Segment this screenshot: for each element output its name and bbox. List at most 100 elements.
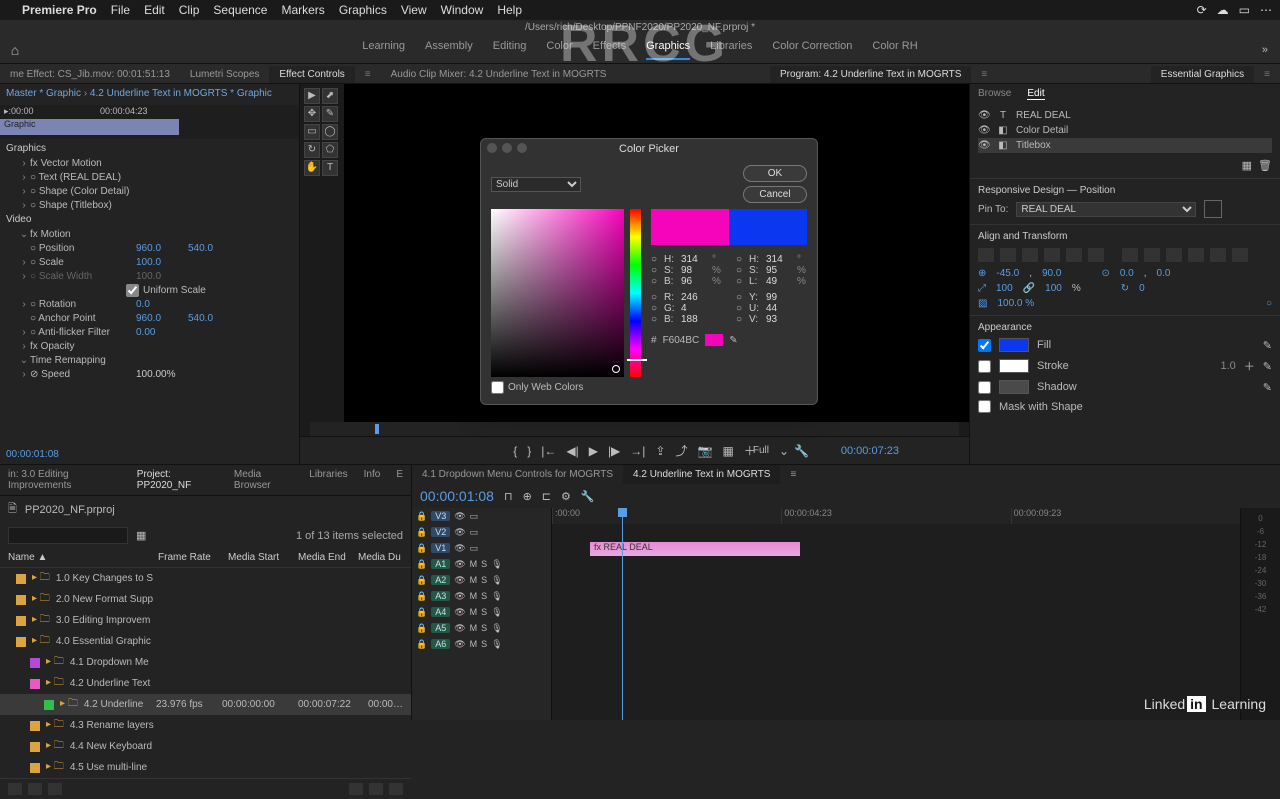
eg-x[interactable]: -45.0 — [996, 268, 1019, 279]
close-icon[interactable] — [487, 143, 497, 153]
color-value-row[interactable]: ○B:96% — [651, 276, 722, 287]
linked-sel-icon[interactable]: ⊕ — [523, 490, 532, 503]
project-search[interactable] — [8, 527, 128, 544]
ptab-media-browser[interactable]: Media Browser — [226, 465, 301, 495]
ec-crumb-target[interactable]: 4.2 Underline Text in MOGRTS * Graphic — [90, 88, 272, 99]
ws-colorcorr[interactable]: Color Correction — [772, 40, 852, 60]
tab-frame-effect[interactable]: me Effect: CS_Jib.mov: 00:01:51:13 — [0, 66, 180, 83]
type-tool-icon[interactable]: T — [322, 160, 338, 176]
rect-tool-icon[interactable]: ▭ — [304, 124, 320, 140]
bin-item[interactable]: ▸ 🗀4.2 Underline23.976 fps00:00:00:0000:… — [0, 694, 411, 715]
bin-item[interactable]: ▸ 🗀4.2 Underline Text — [0, 673, 411, 694]
color-value-row[interactable]: ○R:246 — [651, 292, 722, 303]
eyedropper-icon[interactable]: ✎ — [1263, 381, 1272, 394]
pin-to-select[interactable]: REAL DEAL — [1016, 202, 1196, 217]
ptab-project[interactable]: Project: PP2020_NF — [129, 465, 226, 495]
ws-libraries[interactable]: Libraries — [710, 40, 752, 60]
home-button[interactable]: ⌂ — [0, 42, 30, 58]
track-header[interactable]: 🔒A3👁MS🎙 — [412, 588, 551, 604]
app-name[interactable]: Premiere Pro — [22, 3, 97, 17]
menu-view[interactable]: View — [401, 3, 427, 17]
track-header[interactable]: 🔒A4👁MS🎙 — [412, 604, 551, 620]
track-header[interactable]: 🔒A1👁MS🎙 — [412, 556, 551, 572]
fill-mode-select[interactable]: Solid — [491, 177, 581, 192]
settings-icon[interactable]: ⚙ — [561, 490, 571, 503]
menu-clip[interactable]: Clip — [179, 3, 200, 17]
tab-program[interactable]: Program: 4.2 Underline Text in MOGRTS — [770, 66, 971, 83]
export-frame-icon[interactable]: 📷 — [698, 444, 713, 458]
freeform-icon[interactable] — [48, 783, 62, 795]
bin-item[interactable]: ▸ 🗀4.0 Essential Graphic — [0, 631, 411, 652]
list-view-icon[interactable] — [8, 783, 22, 795]
direct-tool-icon[interactable]: ⬈ — [322, 88, 338, 104]
ec-antiflicker[interactable]: ○ Anti-flicker Filter — [30, 327, 126, 338]
eg-tab-browse[interactable]: Browse — [978, 88, 1011, 100]
new-bin-icon[interactable] — [349, 783, 363, 795]
fill-toggle[interactable] — [978, 339, 991, 352]
eg-rot[interactable]: 0 — [1139, 283, 1145, 294]
bin-item[interactable]: ▸ 🗀1.0 Key Changes to S — [0, 568, 411, 589]
color-field[interactable] — [491, 209, 624, 377]
eg-tab-edit[interactable]: Edit — [1027, 88, 1044, 100]
step-back-icon[interactable]: ◀| — [566, 444, 578, 458]
snap-icon[interactable]: ⊓ — [504, 490, 513, 503]
cloud-icon[interactable]: ☁ — [1217, 3, 1229, 17]
track-header[interactable]: 🔒V2👁▭ — [412, 524, 551, 540]
timeline-tc[interactable]: 00:00:01:08 — [420, 488, 494, 504]
ws-assembly[interactable]: Assembly — [425, 40, 473, 60]
menu-file[interactable]: File — [111, 3, 130, 17]
menu-graphics[interactable]: Graphics — [339, 3, 387, 17]
ec-shape-color[interactable]: ○ Shape (Color Detail) — [30, 186, 129, 197]
menu-edit[interactable]: Edit — [144, 3, 165, 17]
ws-colorrh[interactable]: Color RH — [872, 40, 917, 60]
tab-lumetri[interactable]: Lumetri Scopes — [180, 66, 269, 83]
zoom-icon[interactable] — [517, 143, 527, 153]
menu-help[interactable]: Help — [497, 3, 522, 17]
eg-layer-1[interactable]: Color Detail — [1016, 125, 1068, 136]
project-columns[interactable]: Name ▲Frame RateMedia StartMedia EndMedi… — [0, 548, 411, 568]
pin-box-icon[interactable] — [1204, 200, 1222, 218]
program-res[interactable]: Full — [753, 445, 769, 456]
wrench-icon[interactable]: 🔧 — [794, 444, 809, 458]
ws-learning[interactable]: Learning — [362, 40, 405, 60]
eg-layer-0[interactable]: REAL DEAL — [1016, 110, 1071, 121]
ec-position[interactable]: ○ Position — [30, 243, 126, 254]
comp-icon[interactable]: ▦ — [722, 444, 733, 458]
track-header[interactable]: 🔒A5👁MS🎙 — [412, 620, 551, 636]
lift-icon[interactable]: ⇪ — [655, 444, 665, 458]
eye-icon[interactable]: 👁 — [978, 125, 990, 136]
tl-tab-1[interactable]: 4.2 Underline Text in MOGRTS — [623, 465, 780, 484]
ec-vector-motion[interactable]: fx Vector Motion — [30, 158, 102, 169]
pen-tool-icon[interactable]: ✎ — [322, 106, 338, 122]
color-value-row[interactable]: ○U:44 — [736, 303, 807, 314]
color-value-row[interactable]: ○G:4 — [651, 303, 722, 314]
program-scrub[interactable] — [310, 422, 959, 436]
ws-editing[interactable]: Editing — [493, 40, 527, 60]
tl-tab-0[interactable]: 4.1 Dropdown Menu Controls for MOGRTS — [412, 465, 623, 484]
new-item-icon[interactable] — [369, 783, 383, 795]
cancel-button[interactable]: Cancel — [743, 186, 807, 203]
trash-icon[interactable] — [389, 783, 403, 795]
ws-graphics[interactable]: Graphics — [646, 40, 690, 60]
ptab-effects[interactable]: E — [388, 465, 411, 495]
eg-sy[interactable]: 100 — [1045, 283, 1062, 294]
fill-swatch[interactable] — [999, 338, 1029, 352]
sync-icon[interactable]: ⟳ — [1197, 3, 1207, 17]
web-colors-toggle[interactable] — [491, 381, 504, 394]
color-value-row[interactable]: ○L:49% — [736, 276, 807, 287]
bin-item[interactable]: ▸ 🗀2.0 New Format Supp — [0, 589, 411, 610]
ptab-info[interactable]: Info — [356, 465, 389, 495]
rotate-tool-icon[interactable]: ↻ — [304, 142, 320, 158]
stroke-swatch[interactable] — [999, 359, 1029, 373]
eg-sx[interactable]: 100 — [996, 283, 1013, 294]
bin-item[interactable]: ▸ 🗀4.5 Use multi-line — [0, 757, 411, 778]
ellipse-tool-icon[interactable]: ◯ — [322, 124, 338, 140]
menu-sequence[interactable]: Sequence — [213, 3, 267, 17]
add-stroke-icon[interactable]: ＋ — [1244, 358, 1255, 374]
shadow-swatch[interactable] — [999, 380, 1029, 394]
bin-item[interactable]: ▸ 🗀4.4 New Keyboard — [0, 736, 411, 757]
track-header[interactable]: 🔒V1👁▭ — [412, 540, 551, 556]
hex-value[interactable]: F604BC — [663, 335, 700, 346]
ec-mini-timeline[interactable]: ▸:00:00 00:00:04:23 Graphic — [0, 105, 299, 139]
ec-scale[interactable]: ○ Scale — [30, 257, 126, 268]
